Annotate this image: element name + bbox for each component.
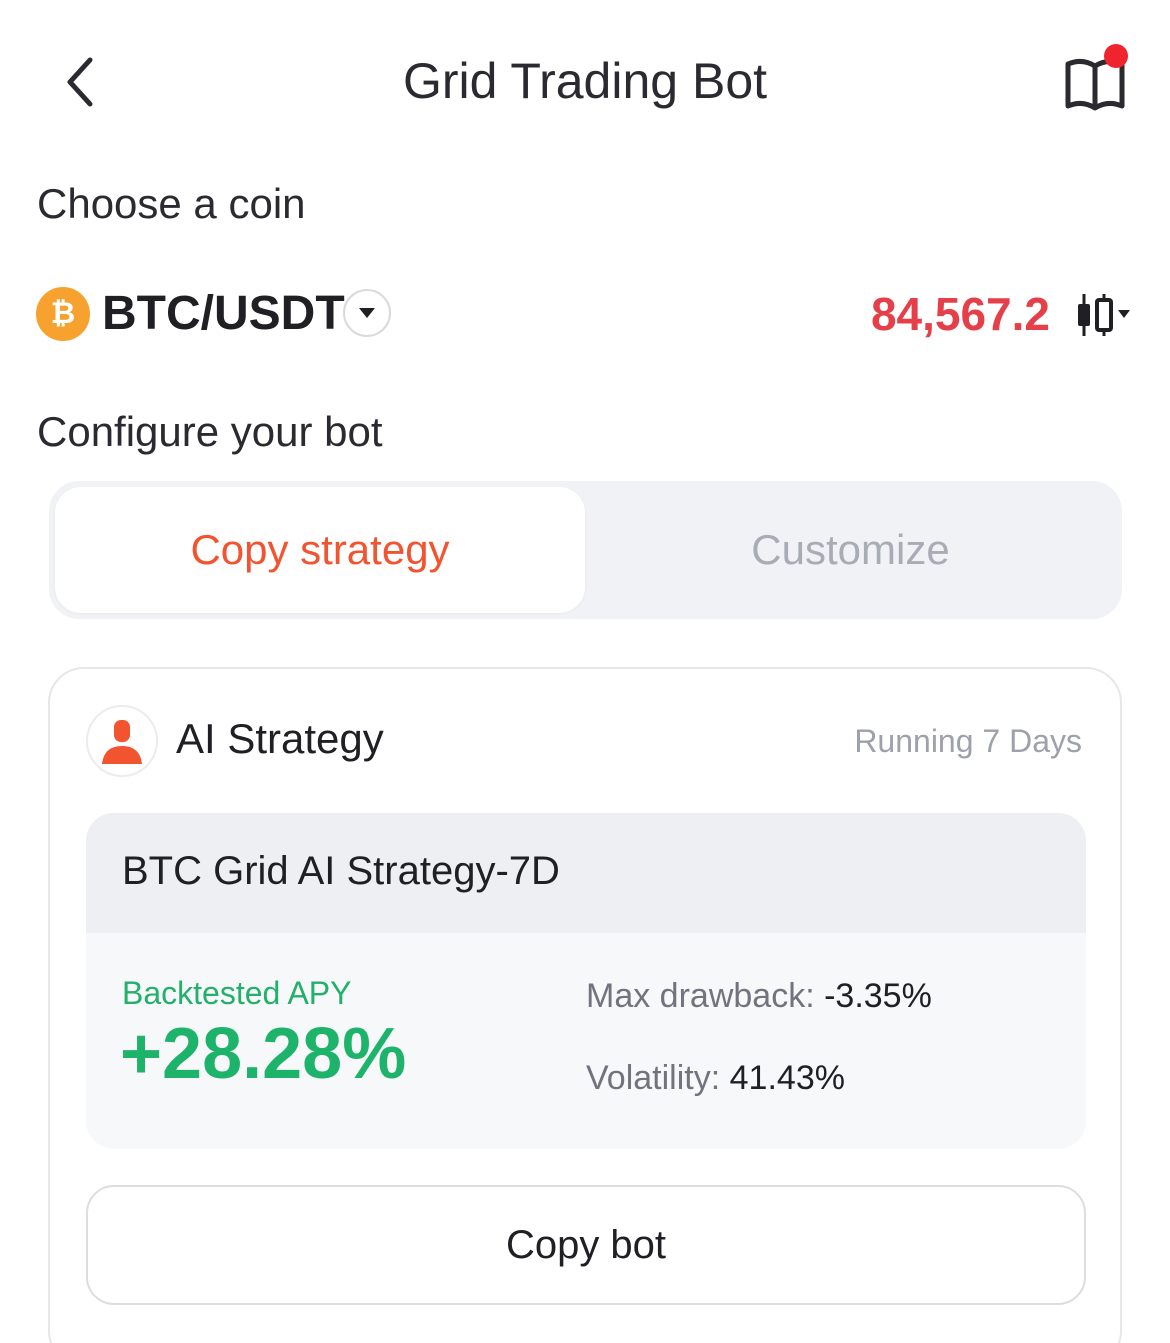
coin-price: 84,567.2 <box>870 288 1050 340</box>
coin-pair[interactable]: BTC/USDT <box>102 284 345 344</box>
grid-trading-bot-page: Grid Trading Bot Choose a coin ₿ BTC/USD… <box>0 0 1170 1343</box>
tab-customize[interactable]: Customize <box>585 487 1116 613</box>
strategy-card: AI Strategy Running 7 Days BTC Grid AI S… <box>48 667 1122 1343</box>
max-drawback-label: Max drawback: <box>586 977 815 1015</box>
page-title: Grid Trading Bot <box>402 53 768 109</box>
coin-dropdown-button[interactable] <box>343 289 391 337</box>
choose-coin-label: Choose a coin <box>37 180 306 227</box>
btc-coin-icon: ₿ <box>36 287 90 341</box>
guide-button[interactable] <box>1058 44 1138 114</box>
strategy-details: BTC Grid AI Strategy-7D Backtested APY +… <box>86 813 1086 1149</box>
volatility-label: Volatility: <box>586 1059 721 1097</box>
strategy-name: BTC Grid AI Strategy-7D <box>122 849 560 893</box>
ai-avatar-icon <box>86 705 158 777</box>
chart-button[interactable] <box>1074 292 1134 338</box>
volatility-value: 41.43% <box>729 1059 845 1097</box>
apy-value: +28.28% <box>120 1014 407 1094</box>
running-duration: Running 7 Days <box>854 723 1082 759</box>
volatility-metric: Volatility: 41.43% <box>586 1059 845 1098</box>
copy-bot-button[interactable]: Copy bot <box>86 1185 1086 1305</box>
chevron-down-icon <box>359 308 375 318</box>
strategy-type-title: AI Strategy <box>176 715 384 762</box>
max-drawback-metric: Max drawback: -3.35% <box>586 977 932 1016</box>
coin-selector-row[interactable]: ₿ BTC/USDT 84,567.2 <box>36 284 1140 344</box>
header: Grid Trading Bot <box>0 0 1170 160</box>
max-drawback-value: -3.35% <box>824 977 932 1015</box>
strategy-mode-tabs: Copy strategy Customize <box>49 481 1122 619</box>
apy-label: Backtested APY <box>122 975 352 1011</box>
strategy-name-bar: BTC Grid AI Strategy-7D <box>86 813 1086 933</box>
candlestick-chart-icon <box>1078 294 1130 336</box>
notification-dot <box>1104 44 1128 68</box>
configure-bot-label: Configure your bot <box>37 408 383 455</box>
tab-copy-strategy[interactable]: Copy strategy <box>55 487 585 613</box>
